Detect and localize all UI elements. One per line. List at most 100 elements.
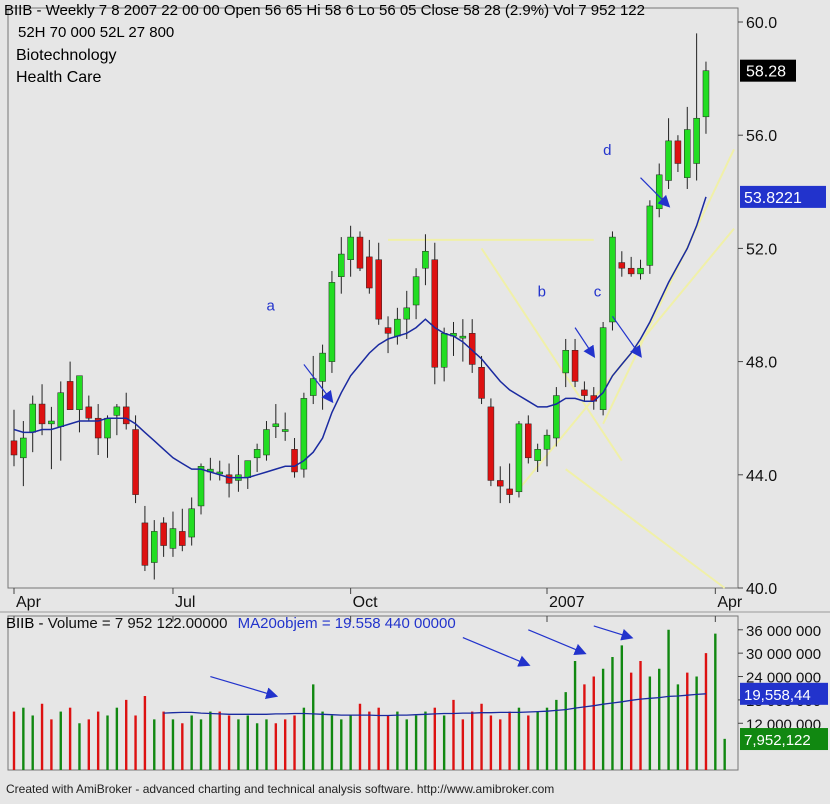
candle-body xyxy=(478,367,485,399)
volume-ytick-label: 30 000 000 xyxy=(746,646,821,663)
candle-body xyxy=(347,236,354,260)
candle-body xyxy=(244,460,252,478)
x-tick-label: Oct xyxy=(353,594,378,611)
volume-ma-label: MA20objem = 19.558 440 00000 xyxy=(237,615,456,632)
candle-body xyxy=(627,267,635,275)
candle-body xyxy=(581,389,588,396)
x-tick-label: 2007 xyxy=(549,594,585,611)
ma-tag-label: 53.8221 xyxy=(744,190,802,207)
industry-label: Health Care xyxy=(16,69,102,86)
candle-body xyxy=(384,327,392,334)
annotation-arrow xyxy=(611,315,642,358)
price-ytick-label: 40.0 xyxy=(746,581,777,598)
candle-body xyxy=(525,423,532,459)
candle-body xyxy=(543,434,551,450)
candle-body xyxy=(637,267,644,275)
candle-body xyxy=(309,378,317,396)
candle-body xyxy=(655,174,663,210)
candle-body xyxy=(76,375,83,410)
candle-body xyxy=(179,531,186,546)
candle-body xyxy=(169,528,177,549)
candle-body xyxy=(431,259,439,368)
candle-body xyxy=(29,403,36,433)
candle-body xyxy=(38,403,46,425)
volume-header: BIIB - Volume = 7 952 122.00000 MA20obje… xyxy=(6,615,456,632)
candle-body xyxy=(366,256,373,289)
candle-body xyxy=(197,466,205,507)
candle-body xyxy=(693,117,700,164)
candle-body xyxy=(646,205,654,266)
price-ytick-label: 44.0 xyxy=(746,468,777,485)
candle-body xyxy=(188,508,195,538)
price-header-stats: 52H 70 000 52L 27 800 xyxy=(18,24,175,41)
annotation-arrow xyxy=(640,177,671,208)
candle-body xyxy=(562,350,569,374)
x-tick-label: Jul xyxy=(175,594,195,611)
annotation-label: d xyxy=(603,142,611,159)
candle-body xyxy=(497,480,504,487)
price-tag-label: 58.28 xyxy=(746,64,786,81)
candle-body xyxy=(122,406,130,425)
candle-body xyxy=(319,352,326,382)
candle-body xyxy=(674,140,682,164)
trend-line xyxy=(565,468,726,589)
footer-credit: Created with AmiBroker - advanced charti… xyxy=(6,782,555,796)
x-tick-label: Apr xyxy=(16,594,42,611)
candle-body xyxy=(57,392,65,427)
chart-svg: 60.056.052.048.044.040.0Apr Jul Oct 2007 Apr… xyxy=(0,7,830,771)
volume-annotation-arrow xyxy=(528,629,587,656)
candle-body xyxy=(422,250,429,269)
volume-tag-label: 7,952,122 xyxy=(744,732,811,749)
candle-body xyxy=(141,522,149,566)
candle-body xyxy=(291,449,298,473)
candle-body xyxy=(515,423,523,493)
candle-body xyxy=(281,429,289,432)
candle-body xyxy=(48,420,55,425)
candle-body xyxy=(338,253,345,277)
candle-body xyxy=(272,423,280,427)
candle-body xyxy=(403,307,410,320)
candle-body xyxy=(263,429,270,456)
chart-root: 60.0 56.0 52.0 48.0 44.0 40.0 Apr Jul Oct 2007 Apr… xyxy=(0,0,830,799)
annotation-label: c xyxy=(594,284,602,301)
price-ytick-label: 56.0 xyxy=(746,128,777,145)
candle-body xyxy=(151,531,158,563)
candle-body xyxy=(684,129,691,178)
candle-body xyxy=(20,437,27,459)
candle-body xyxy=(571,350,579,382)
candle-body xyxy=(394,318,401,337)
volume-annotation-arrow xyxy=(593,625,634,641)
annotation-label: b xyxy=(538,284,546,301)
candle-body xyxy=(132,429,139,495)
candle-body xyxy=(10,440,18,456)
candle-body xyxy=(665,140,672,181)
volume-symbol: BIIB - xyxy=(6,615,44,632)
volume-ma-tag-label: 19,558,44 xyxy=(744,687,811,704)
candle-body xyxy=(104,417,111,439)
price-panel-frame xyxy=(7,7,739,589)
candle-body xyxy=(412,276,420,306)
candle-body xyxy=(599,327,607,410)
volume-ytick-label: 36 000 000 xyxy=(746,623,821,640)
trend-line xyxy=(602,148,735,425)
candle-body xyxy=(356,236,364,269)
candle-body xyxy=(160,522,167,546)
candle-body xyxy=(702,70,710,118)
volume-annotation-arrow xyxy=(462,637,531,667)
candle-body xyxy=(375,259,382,320)
candle-body xyxy=(440,333,448,368)
candle-body xyxy=(253,449,261,459)
volume-value-label: Volume = 7 952 122.00000 xyxy=(47,615,228,632)
sector-label: Biotechnology xyxy=(16,47,117,64)
price-header-title: BIIB - Weekly 7 8 2007 22 00 00 Open 56 … xyxy=(4,2,645,19)
candle-body xyxy=(487,406,495,481)
candle-body xyxy=(609,236,616,323)
candle-body xyxy=(225,474,233,484)
candle-body xyxy=(459,335,467,339)
candle-body xyxy=(85,406,93,419)
candle-body xyxy=(618,262,626,269)
candle-body xyxy=(506,488,513,495)
annotation-arrow xyxy=(303,364,334,404)
candle-body xyxy=(66,381,74,410)
candle-body xyxy=(328,282,336,362)
